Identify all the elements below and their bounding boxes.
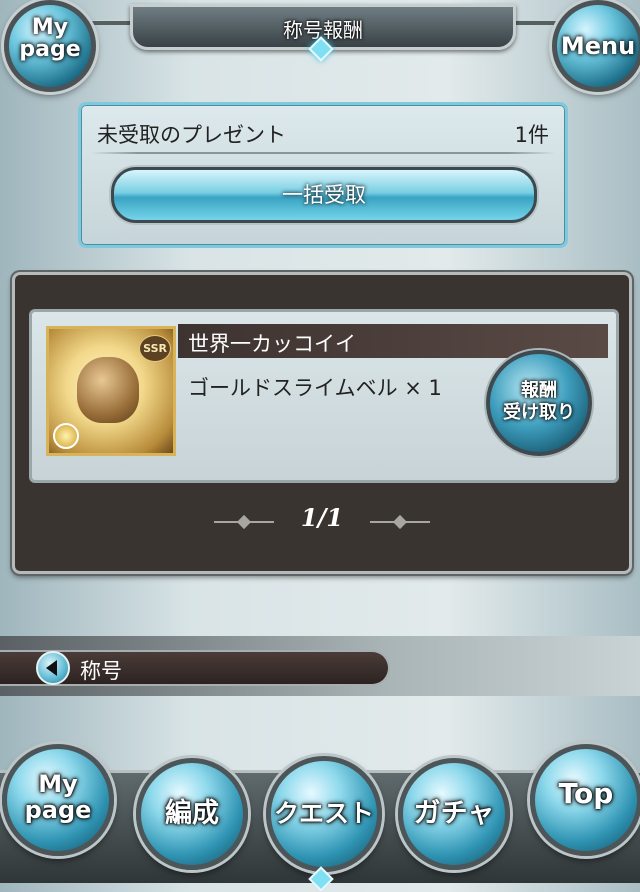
reward-list-frame: SSR 世界一カッコイイ ゴールドスライムベル × 1 報酬 受け取り 1/1: [12, 272, 632, 574]
unclaimed-present-count: 1件: [514, 123, 549, 147]
menu-button-label: Menu: [560, 32, 636, 60]
claim-button-line2: 受け取り: [503, 402, 575, 423]
footer-nav: My page 編成 クエスト ガチャ Top: [0, 730, 640, 892]
back-to-titles-button[interactable]: 称号: [0, 650, 390, 686]
reward-item-thumbnail: SSR: [46, 326, 176, 456]
nav-quest-label: クエスト: [273, 799, 374, 828]
claim-button-line1: 報酬: [521, 380, 557, 401]
nav-party-button[interactable]: 編成: [136, 758, 248, 870]
reward-item-text: ゴールドスライムベル × 1: [188, 376, 442, 400]
menu-button[interactable]: Menu: [552, 0, 640, 92]
unclaimed-present-label: 未受取のプレゼント: [97, 123, 286, 147]
nav-top-label: Top: [558, 777, 614, 810]
mypage-button[interactable]: My page: [4, 0, 96, 92]
nav-mypage-button[interactable]: My page: [2, 744, 114, 856]
mypage-button-label: My page: [19, 15, 81, 62]
ssr-rarity-badge: SSR: [139, 335, 171, 362]
back-bar: 称号: [0, 636, 640, 696]
reward-title-name: 世界一カッコイイ: [188, 332, 356, 356]
nav-top-button[interactable]: Top: [530, 744, 640, 856]
nav-mypage-label: My page: [24, 770, 92, 824]
back-arrow-icon: [36, 651, 70, 685]
flourish-right-icon: [370, 520, 431, 523]
flourish-left-icon: [213, 520, 274, 523]
nav-gacha-button[interactable]: ガチャ: [398, 758, 510, 870]
pagination: 1/1: [15, 503, 629, 532]
gold-slime-bell-image: [77, 357, 139, 423]
nav-gacha-label: ガチャ: [413, 798, 495, 829]
back-button-label: 称号: [80, 659, 122, 683]
unclaimed-present-panel: 未受取のプレゼント 1件 一括受取: [78, 102, 568, 248]
page-indicator: 1/1: [300, 503, 344, 532]
panel-divider: [91, 152, 555, 154]
bulk-receive-button[interactable]: 一括受取: [111, 167, 537, 223]
element-gem-icon: [53, 423, 79, 449]
nav-quest-button[interactable]: クエスト: [266, 756, 382, 872]
claim-reward-button[interactable]: 報酬 受け取り: [486, 350, 592, 456]
reward-card: SSR 世界一カッコイイ ゴールドスライムベル × 1 報酬 受け取り: [29, 309, 619, 483]
nav-party-label: 編成: [165, 798, 219, 829]
header-bar: 称号報酬 My page Menu: [0, 0, 640, 92]
